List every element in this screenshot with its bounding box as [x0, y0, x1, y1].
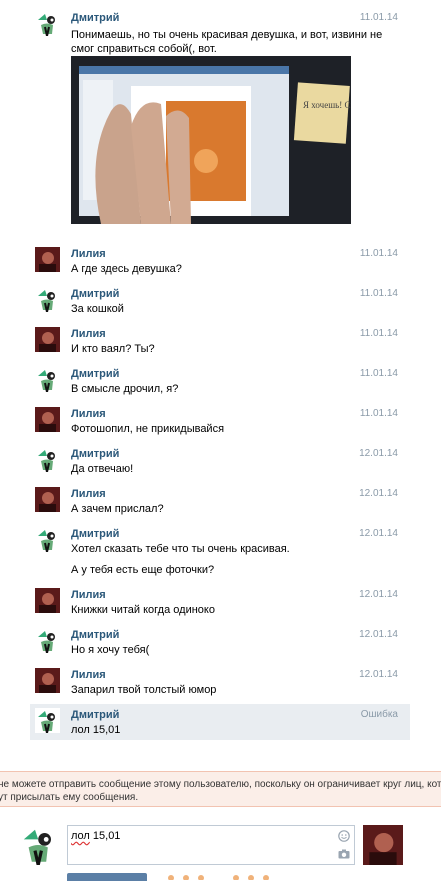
message-item-failed: Дмитрий Ошибка лол 15,01: [30, 704, 410, 740]
message-date: 11.01.14: [359, 328, 398, 339]
message-text: А у тебя есть еще фоточки?: [71, 564, 215, 576]
avatar[interactable]: [35, 407, 60, 432]
message-error-status: Ошибка: [360, 709, 398, 720]
message-date: 11.01.14: [359, 248, 398, 259]
message-date: 11.01.14: [359, 408, 398, 419]
misspelled-word: лол: [71, 830, 90, 842]
message-date: 12.01.14: [359, 669, 398, 680]
message-date: 11.01.14: [359, 368, 398, 379]
avatar[interactable]: [35, 708, 60, 733]
message-input[interactable]: лол 15,01: [67, 825, 355, 865]
message-date: 12.01.14: [359, 589, 398, 600]
message-date: 12.01.14: [359, 629, 398, 640]
message-author[interactable]: Дмитрий: [71, 709, 119, 721]
message-item: Лилия 12.01.14 Книжки читай когда одинок…: [30, 584, 410, 622]
message-author[interactable]: Лилия: [71, 589, 106, 601]
message-author[interactable]: Лилия: [71, 328, 106, 340]
message-author[interactable]: Лилия: [71, 488, 106, 500]
send-error-notice: не можете отправить сообщение этому поль…: [0, 771, 441, 807]
smile-icon[interactable]: [338, 830, 350, 842]
avatar[interactable]: [35, 527, 60, 552]
message-author[interactable]: Дмитрий: [71, 368, 119, 380]
my-avatar[interactable]: [19, 825, 59, 866]
message-item: Дмитрий 12.01.14 Но я хочу тебя(: [30, 624, 410, 662]
message-input-rest: 15,01: [89, 830, 121, 842]
message-date: 11.01.14: [359, 288, 398, 299]
recipient-avatar[interactable]: [363, 825, 403, 865]
avatar[interactable]: [35, 367, 60, 392]
message-item: Дмитрий 12.01.14 Да отвечаю!: [30, 443, 410, 481]
message-item: Лилия 11.01.14 Фотошопил, не прикидывайс…: [30, 403, 410, 441]
message-date: 12.01.14: [359, 528, 398, 539]
message-text: А где здесь девушка?: [71, 263, 182, 275]
avatar[interactable]: [35, 668, 60, 693]
message-author[interactable]: Лилия: [71, 248, 106, 260]
message-text: Да отвечаю!: [71, 463, 134, 475]
attached-photo[interactable]: Я хочешь! Спасибо!: [71, 56, 351, 224]
notice-text: ут присылать ему сообщения.: [0, 792, 139, 803]
message-item: Лилия 11.01.14 А где здесь девушка?: [30, 243, 410, 281]
avatar[interactable]: [35, 487, 60, 512]
message-item: Дмитрий 11.01.14 За кошкой: [30, 283, 410, 321]
message-text: Но я хочу тебя(: [71, 644, 150, 656]
message-author[interactable]: Дмитрий: [71, 629, 119, 641]
avatar[interactable]: [35, 247, 60, 272]
message-text: За кошкой: [71, 303, 124, 315]
message-text: смог справиться собой(, вот.: [71, 43, 217, 55]
avatar[interactable]: [35, 11, 60, 36]
message-text: Понимаешь, но ты очень красивая девушка,…: [71, 29, 383, 41]
message-item: Лилия 12.01.14 А зачем прислал?: [30, 483, 410, 521]
message-author[interactable]: Дмитрий: [71, 12, 119, 24]
avatar[interactable]: [35, 287, 60, 312]
avatar[interactable]: [35, 628, 60, 653]
message-author[interactable]: Лилия: [71, 669, 106, 681]
message-date: 11.01.14: [359, 12, 398, 23]
message-author[interactable]: Дмитрий: [71, 288, 119, 300]
message-author[interactable]: Дмитрий: [71, 448, 119, 460]
message-text: А зачем прислал?: [71, 503, 164, 515]
camera-icon[interactable]: [338, 849, 350, 859]
avatar[interactable]: [35, 327, 60, 352]
note-text: Я хочешь! Спасибо!: [303, 100, 351, 110]
message-text: Фотошопил, не прикидывайся: [71, 423, 225, 435]
avatar[interactable]: [35, 588, 60, 613]
message-item: Дмитрий 11.01.14 В смысле дрочил, я?: [30, 363, 410, 401]
message-item: Лилия 12.01.14 Запарил твой толстый юмор: [30, 664, 410, 702]
message-text: Запарил твой толстый юмор: [71, 684, 217, 696]
message-author[interactable]: Лилия: [71, 408, 106, 420]
notice-text: не можете отправить сообщение этому поль…: [0, 779, 441, 790]
loading-dots-icon: [168, 875, 269, 880]
message-text: лол 15,01: [71, 724, 121, 736]
message-text: Книжки читай когда одиноко: [71, 604, 215, 616]
message-composer: лол 15,01: [0, 812, 441, 881]
message-item: Лилия 11.01.14 И кто ваял? Ты?: [30, 323, 410, 361]
message-text: В смысле дрочил, я?: [71, 383, 179, 395]
message-item: Дмитрий 12.01.14 Хотел сказать тебе что …: [30, 523, 410, 581]
avatar[interactable]: [35, 447, 60, 472]
send-button[interactable]: [67, 873, 147, 881]
message-text: Хотел сказать тебе что ты очень красивая…: [71, 543, 290, 555]
message-text: И кто ваял? Ты?: [71, 343, 155, 355]
message-item: Дмитрий 11.01.14 Понимаешь, но ты очень …: [30, 7, 410, 235]
message-author[interactable]: Дмитрий: [71, 528, 119, 540]
message-date: 12.01.14: [359, 488, 398, 499]
message-input-value[interactable]: лол 15,01: [71, 830, 120, 842]
message-date: 12.01.14: [359, 448, 398, 459]
